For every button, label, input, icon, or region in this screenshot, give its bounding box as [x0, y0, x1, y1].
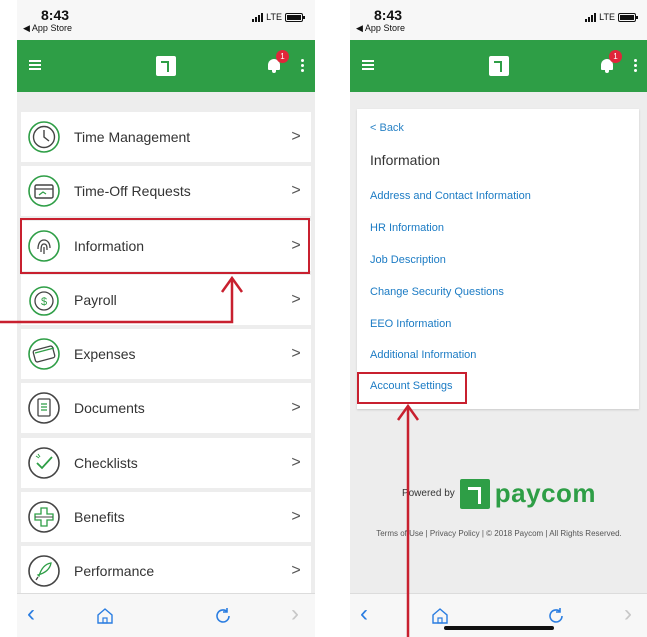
- browser-back-button[interactable]: ‹: [27, 602, 35, 626]
- home-icon[interactable]: [430, 606, 450, 626]
- carrier-label: LTE: [599, 12, 615, 22]
- left-phone-screen: 8:43 ◀ App Store LTE 1 Time Management >: [17, 0, 315, 637]
- chevron-right-icon: >: [291, 128, 301, 145]
- menu-item-documents[interactable]: Documents >: [21, 383, 311, 434]
- document-icon: [27, 391, 61, 425]
- home-icon[interactable]: [95, 606, 115, 626]
- terms-footer[interactable]: Terms of Use | Privacy Policy | © 2018 P…: [350, 529, 647, 538]
- hamburger-menu-icon[interactable]: [362, 60, 374, 70]
- menu-item-label: Time Management: [74, 129, 191, 145]
- paycom-logo-icon: [459, 478, 490, 509]
- signal-icon: [585, 12, 597, 22]
- powered-by-label: Powered by: [401, 488, 455, 499]
- more-options-icon[interactable]: [301, 59, 305, 73]
- paycom-logo-icon: [156, 56, 176, 76]
- browser-forward-button[interactable]: ›: [291, 602, 299, 626]
- status-indicators: LTE: [585, 12, 638, 22]
- back-to-app-store[interactable]: ◀ App Store: [23, 23, 72, 34]
- clock-icon: [27, 120, 61, 154]
- menu-item-label: Checklists: [74, 454, 138, 471]
- notification-bell-icon[interactable]: 1: [600, 50, 622, 74]
- browser-back-button[interactable]: ‹: [360, 602, 368, 626]
- battery-icon: [285, 12, 305, 22]
- menu-item-label: Time-Off Requests: [74, 183, 191, 200]
- information-panel: < Back Information Address and Contact I…: [357, 109, 639, 409]
- chevron-right-icon: >: [291, 562, 301, 580]
- status-bar: 8:43 ◀ App Store LTE: [350, 0, 647, 40]
- svg-text:$: $: [41, 296, 47, 308]
- panel-title: Information: [370, 152, 441, 168]
- reload-icon[interactable]: [546, 606, 566, 626]
- link-change-security-questions[interactable]: Change Security Questions: [370, 286, 504, 298]
- menu-item-payroll[interactable]: $ Payroll >: [21, 274, 311, 325]
- chevron-right-icon: >: [291, 453, 301, 471]
- menu-item-time-management[interactable]: Time Management >: [21, 112, 311, 162]
- main-menu: Time Management > Time-Off Requests > In…: [21, 112, 311, 601]
- chevron-right-icon: >: [291, 399, 301, 417]
- link-hr-information[interactable]: HR Information: [370, 222, 444, 234]
- app-header: 1: [17, 40, 315, 92]
- chevron-right-icon: >: [291, 345, 301, 363]
- browser-toolbar: ‹ ›: [17, 593, 315, 637]
- status-bar: 8:43 ◀ App Store LTE: [17, 0, 315, 40]
- notification-badge: 1: [609, 50, 622, 63]
- link-eeo-information[interactable]: EEO Information: [370, 318, 451, 330]
- more-options-icon[interactable]: [634, 59, 638, 73]
- credit-card-icon: [27, 337, 61, 371]
- menu-item-label: Payroll: [74, 291, 117, 308]
- home-indicator: [444, 626, 554, 630]
- menu-item-benefits[interactable]: Benefits >: [21, 492, 311, 543]
- status-indicators: LTE: [252, 12, 305, 22]
- paycom-logo-icon: [489, 56, 509, 76]
- checklist-icon: [27, 446, 61, 480]
- time-off-icon: [27, 174, 61, 208]
- callout-box-account-settings: [357, 372, 467, 404]
- menu-item-time-off-requests[interactable]: Time-Off Requests >: [21, 166, 311, 217]
- menu-item-label: Benefits: [74, 509, 125, 526]
- link-address-contact[interactable]: Address and Contact Information: [370, 190, 531, 202]
- rocket-icon: [27, 554, 61, 588]
- powered-by-footer: Powered by paycom: [350, 478, 647, 509]
- menu-item-checklists[interactable]: Checklists >: [21, 437, 311, 488]
- menu-item-label: Documents: [74, 400, 145, 417]
- notification-bell-icon[interactable]: 1: [267, 50, 289, 74]
- menu-item-performance[interactable]: Performance >: [21, 546, 311, 597]
- notification-badge: 1: [276, 50, 289, 63]
- chevron-right-icon: >: [291, 182, 301, 200]
- back-to-app-store[interactable]: ◀ App Store: [356, 23, 405, 34]
- paycom-wordmark: paycom: [494, 478, 597, 508]
- browser-toolbar: ‹ ›: [350, 593, 647, 637]
- browser-forward-button[interactable]: ›: [624, 602, 632, 626]
- right-phone-screen: 8:43 ◀ App Store LTE 1 < Back Informatio…: [350, 0, 647, 637]
- link-job-description[interactable]: Job Description: [370, 254, 446, 266]
- menu-item-expenses[interactable]: Expenses >: [21, 329, 311, 380]
- carrier-label: LTE: [266, 12, 282, 22]
- benefits-icon: [27, 500, 61, 534]
- hamburger-menu-icon[interactable]: [29, 60, 41, 70]
- menu-item-label: Expenses: [74, 346, 136, 363]
- back-link[interactable]: < Back: [370, 122, 404, 134]
- battery-icon: [618, 12, 638, 22]
- reload-icon[interactable]: [213, 606, 233, 626]
- signal-icon: [252, 12, 264, 22]
- link-additional-information[interactable]: Additional Information: [370, 349, 476, 361]
- payroll-icon: $: [27, 283, 61, 317]
- chevron-right-icon: >: [291, 290, 301, 308]
- status-time: 8:43: [374, 7, 403, 23]
- chevron-right-icon: >: [291, 508, 301, 526]
- app-header: 1: [350, 40, 647, 92]
- menu-item-label: Performance: [74, 563, 155, 580]
- status-time: 8:43: [41, 7, 70, 23]
- callout-box-information: [20, 218, 310, 274]
